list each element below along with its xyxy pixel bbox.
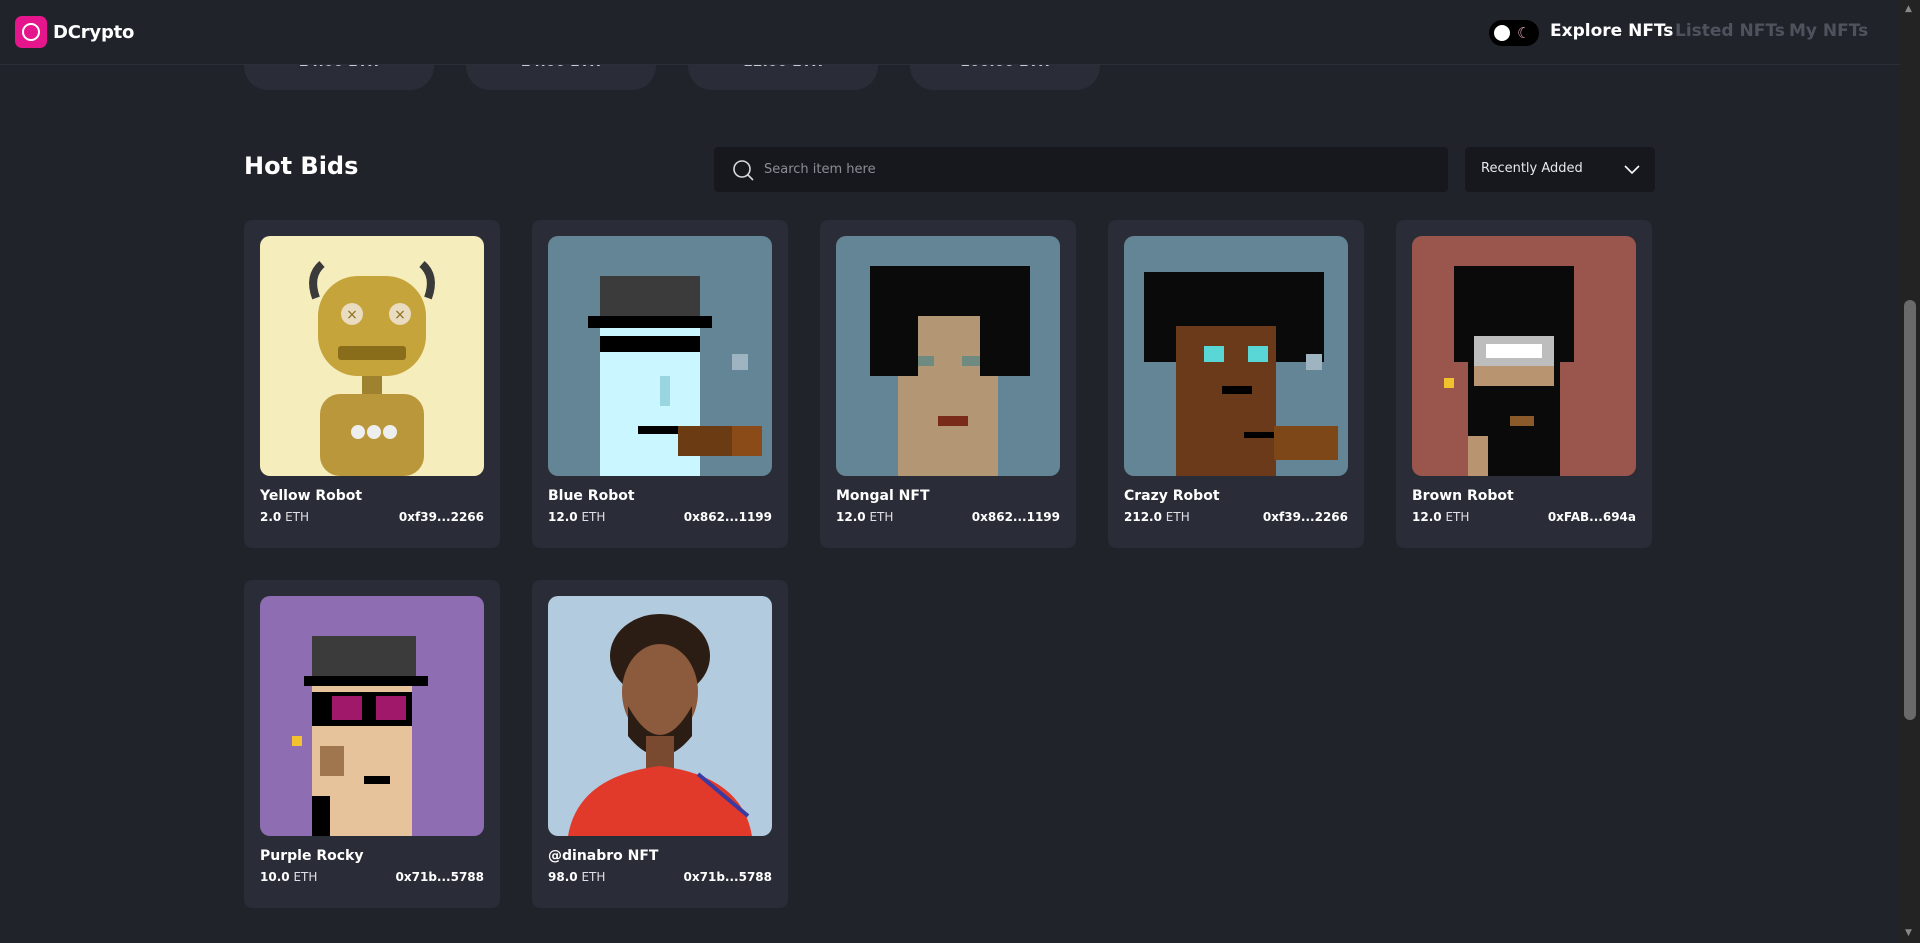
- owner-address: 0xf39...2266: [1262, 510, 1348, 524]
- nft-image[interactable]: [1412, 236, 1636, 476]
- nft-price: 2.0 ETH: [260, 510, 309, 524]
- nft-image[interactable]: [260, 596, 484, 836]
- nft-image[interactable]: × ×: [260, 236, 484, 476]
- theme-toggle[interactable]: ☾: [1489, 20, 1539, 46]
- nft-name: Brown Robot: [1412, 488, 1514, 504]
- price-unit: ETH: [1165, 510, 1190, 524]
- moon-icon: ☾: [1517, 24, 1531, 42]
- nft-image[interactable]: [836, 236, 1060, 476]
- price-value: 12.0: [836, 510, 866, 524]
- nft-image[interactable]: [548, 596, 772, 836]
- nft-card[interactable]: Brown Robot 12.0 ETH 0xFAB...694a: [1396, 220, 1652, 548]
- price-value: 212.0: [1124, 510, 1162, 524]
- search-input[interactable]: [764, 147, 1424, 192]
- sort-dropdown[interactable]: Recently Added: [1465, 147, 1655, 192]
- nft-card[interactable]: Crazy Robot 212.0 ETH 0xf39...2266: [1108, 220, 1364, 548]
- chevron-down-icon: [1624, 165, 1640, 175]
- price-unit: ETH: [293, 870, 318, 884]
- nft-name: Mongal NFT: [836, 488, 930, 504]
- nav-my-nfts[interactable]: My NFTs: [1789, 21, 1868, 41]
- price-value: 98.0: [548, 870, 578, 884]
- scrollbar-thumb[interactable]: [1904, 300, 1916, 720]
- owner-address: 0x862...1199: [683, 510, 772, 524]
- price-value: 2.0: [260, 510, 282, 524]
- top-navbar: DCrypto ☾ Explore NFTs Listed NFTs My NF…: [0, 0, 1900, 65]
- sort-selected: Recently Added: [1481, 161, 1583, 176]
- nav-listed-nfts[interactable]: Listed NFTs: [1675, 21, 1785, 41]
- nft-name: @dinabro NFT: [548, 848, 659, 864]
- owner-address: 0x71b...5788: [395, 870, 484, 884]
- nft-card[interactable]: Blue Robot 12.0 ETH 0x862...1199: [532, 220, 788, 548]
- sun-icon: [1494, 25, 1510, 41]
- nft-card[interactable]: Mongal NFT 12.0 ETH 0x862...1199: [820, 220, 1076, 548]
- owner-address: 0x71b...5788: [683, 870, 772, 884]
- nft-name: Blue Robot: [548, 488, 635, 504]
- owner-address: 0xf39...2266: [398, 510, 484, 524]
- nft-image[interactable]: [548, 236, 772, 476]
- nft-name: Purple Rocky: [260, 848, 364, 864]
- section-title: Hot Bids: [244, 152, 359, 180]
- nft-price: 10.0 ETH: [260, 870, 317, 884]
- svg-text:×: ×: [346, 307, 358, 323]
- nft-card[interactable]: × × Yellow Robot 2.0 ETH 0xf39...2266: [244, 220, 500, 548]
- nft-price: 12.0 ETH: [1412, 510, 1469, 524]
- nft-name: Crazy Robot: [1124, 488, 1220, 504]
- owner-address: 0xFAB...694a: [1547, 510, 1636, 524]
- brand-name: DCrypto: [53, 21, 135, 43]
- nft-price: 98.0 ETH: [548, 870, 605, 884]
- price-value: 12.0: [1412, 510, 1442, 524]
- nft-name: Yellow Robot: [260, 488, 363, 504]
- price-value: 10.0: [260, 870, 290, 884]
- nft-price: 12.0 ETH: [836, 510, 893, 524]
- svg-text:×: ×: [394, 307, 406, 323]
- nft-price: 212.0 ETH: [1124, 510, 1190, 524]
- search-icon: [733, 160, 754, 181]
- price-unit: ETH: [581, 870, 606, 884]
- scroll-down-arrow-icon[interactable]: ▼: [1905, 928, 1912, 938]
- brand-logo[interactable]: DCrypto: [15, 16, 134, 48]
- price-unit: ETH: [285, 510, 310, 524]
- price-unit: ETH: [581, 510, 606, 524]
- nft-price: 12.0 ETH: [548, 510, 605, 524]
- price-unit: ETH: [869, 510, 894, 524]
- logo-icon: [15, 16, 47, 48]
- search-box[interactable]: [714, 147, 1448, 192]
- nft-card[interactable]: Purple Rocky 10.0 ETH 0x71b...5788: [244, 580, 500, 908]
- nft-card[interactable]: @dinabro NFT 98.0 ETH 0x71b...5788: [532, 580, 788, 908]
- price-value: 12.0: [548, 510, 578, 524]
- page-scrollbar[interactable]: ▲ ▼: [1900, 0, 1920, 943]
- nav-explore-nfts[interactable]: Explore NFTs: [1550, 21, 1673, 41]
- price-unit: ETH: [1445, 510, 1470, 524]
- scroll-up-arrow-icon[interactable]: ▲: [1905, 4, 1912, 14]
- owner-address: 0x862...1199: [971, 510, 1060, 524]
- nft-image[interactable]: [1124, 236, 1348, 476]
